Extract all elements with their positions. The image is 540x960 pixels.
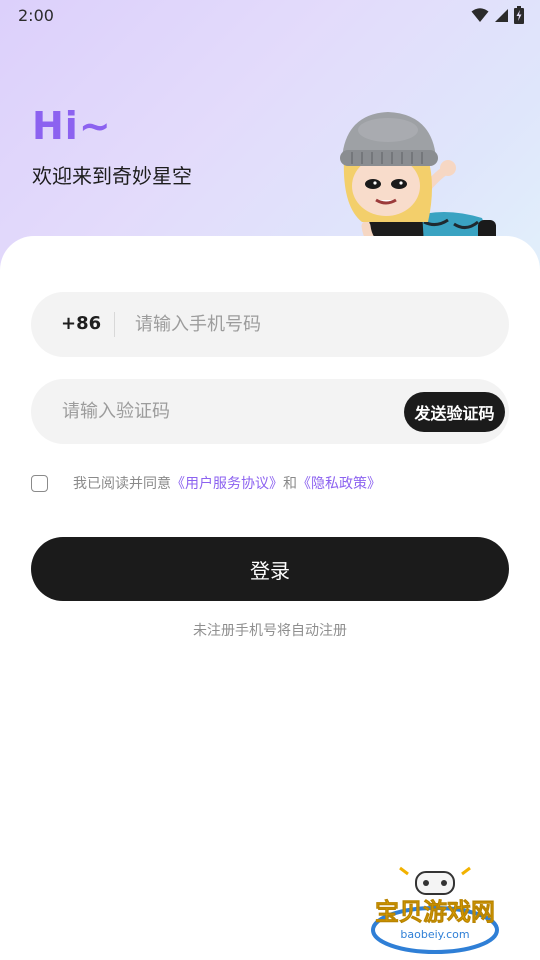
- login-button[interactable]: 登录: [31, 537, 509, 601]
- send-code-button[interactable]: 发送验证码: [404, 392, 505, 432]
- country-code[interactable]: +86: [61, 313, 101, 334]
- wifi-icon: [471, 7, 489, 23]
- privacy-link[interactable]: 《隐私政策》: [297, 476, 381, 492]
- phone-input[interactable]: [135, 308, 475, 340]
- verification-code-input[interactable]: [62, 395, 392, 427]
- status-bar: 2:00: [0, 0, 540, 32]
- verification-code-field: 发送验证码: [31, 379, 509, 444]
- signal-icon: [494, 8, 509, 23]
- watermark-title: 宝贝游戏网: [375, 898, 495, 926]
- terms-link[interactable]: 《用户服务协议》: [171, 476, 283, 492]
- welcome-text: 欢迎来到奇妙星空: [32, 164, 192, 188]
- phone-field: +86: [31, 292, 509, 357]
- field-divider: [114, 312, 115, 337]
- agreement-row: 我已阅读并同意《用户服务协议》和《隐私政策》: [31, 472, 381, 494]
- agreement-text: 我已阅读并同意《用户服务协议》和《隐私政策》: [73, 473, 381, 493]
- greeting-title: Hi~: [32, 104, 112, 148]
- battery-charging-icon: [514, 6, 524, 24]
- status-icons: [471, 6, 524, 24]
- status-time: 2:00: [18, 6, 54, 25]
- agreement-prefix: 我已阅读并同意: [73, 476, 171, 492]
- watermark-logo: 宝贝游戏网 baobeiy.com: [360, 864, 510, 956]
- agreement-conjunction: 和: [283, 476, 297, 492]
- watermark-url: baobeiy.com: [400, 928, 469, 941]
- auto-register-hint: 未注册手机号将自动注册: [193, 623, 347, 639]
- agreement-checkbox[interactable]: [31, 474, 48, 492]
